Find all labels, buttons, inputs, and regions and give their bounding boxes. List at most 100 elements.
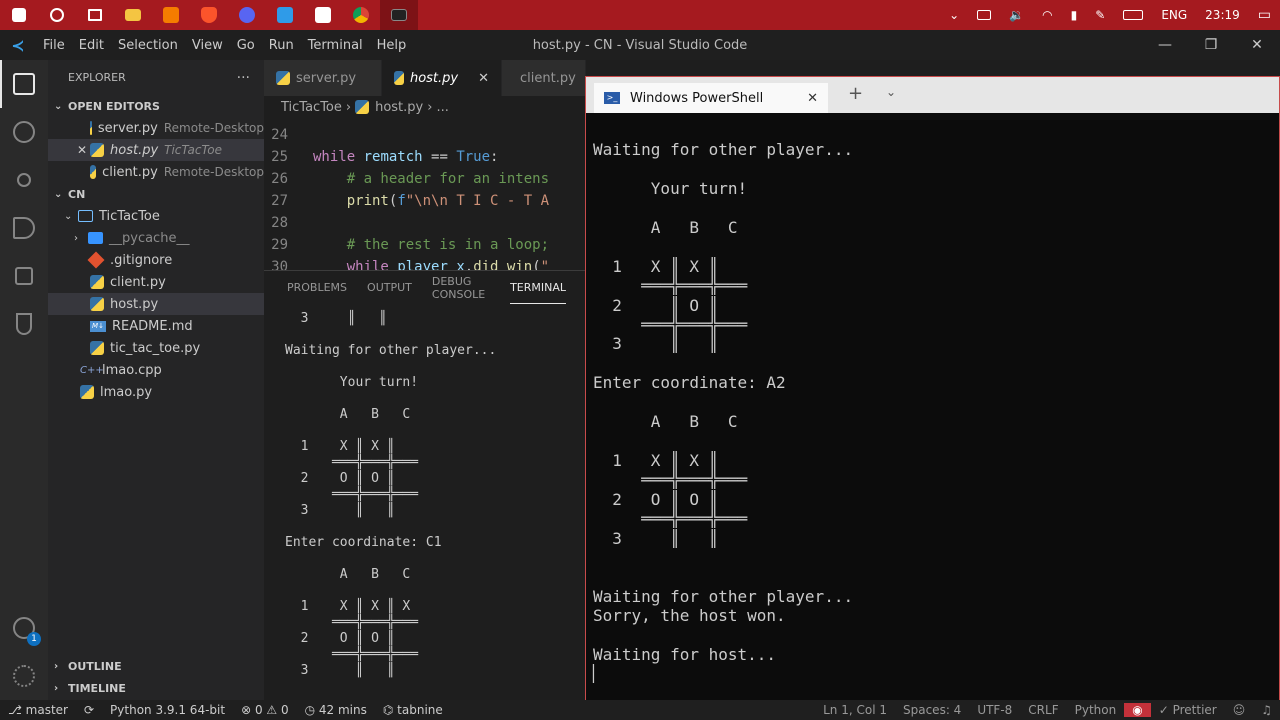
indentation[interactable]: Spaces: 4 (895, 703, 969, 717)
notifications-bell-icon[interactable]: ♫ (1253, 703, 1280, 717)
cursor-position[interactable]: Ln 1, Col 1 (815, 703, 895, 717)
testing-icon[interactable] (0, 300, 48, 348)
tree-file-lmao-py[interactable]: lmao.py (48, 381, 264, 403)
minimize-icon[interactable]: — (1142, 30, 1188, 60)
open-editor-server[interactable]: server.py Remote-Desktop (48, 117, 264, 139)
language-mode[interactable]: Python (1067, 703, 1125, 717)
windows-start-icon[interactable] (0, 0, 38, 30)
open-editors-section[interactable]: ⌄ OPEN EDITORS (48, 95, 264, 117)
powershell-tab[interactable]: >_ Windows PowerShell ✕ (594, 83, 828, 113)
restore-icon[interactable]: ❐ (1188, 30, 1234, 60)
tab-terminal[interactable]: TERMINAL (510, 271, 566, 304)
accounts-icon[interactable]: 1 (0, 604, 48, 652)
explorer-icon[interactable] (0, 60, 48, 108)
tab-client-py[interactable]: client.py (502, 60, 586, 96)
battery-icon[interactable] (977, 10, 992, 20)
feedback-icon[interactable]: ☺ (1225, 703, 1254, 717)
tab-label: client.py (520, 70, 576, 86)
encoding[interactable]: UTF-8 (969, 703, 1020, 717)
extensions-icon[interactable] (0, 252, 48, 300)
file-explorer-icon[interactable] (114, 0, 152, 30)
close-icon[interactable]: ✕ (1234, 30, 1280, 60)
menu-file[interactable]: File (36, 38, 72, 53)
menu-selection[interactable]: Selection (111, 38, 185, 53)
notion-icon[interactable] (304, 0, 342, 30)
sublime-text-icon[interactable] (152, 0, 190, 30)
tab-problems[interactable]: PROBLEMS (287, 271, 347, 304)
code-line: 28 (264, 212, 586, 234)
menu-edit[interactable]: Edit (72, 38, 111, 53)
tree-file-readme[interactable]: M↓ README.md (48, 315, 264, 337)
integrated-terminal-output[interactable]: 3 ║ ║ Waiting for other player... Your t… (285, 311, 585, 679)
prettier-indicator[interactable]: ✓ Prettier (1151, 703, 1225, 717)
code-editor[interactable]: 24 25 while rematch == True: 26 # a heade… (264, 118, 586, 270)
source-control-icon[interactable] (0, 156, 48, 204)
close-tab-icon[interactable]: ✕ (807, 91, 818, 106)
notifications-icon[interactable]: ▭ (1258, 7, 1271, 23)
tree-file-client[interactable]: client.py (48, 271, 264, 293)
search-icon[interactable] (38, 0, 76, 30)
tabnine-label: tabnine (397, 703, 443, 717)
tabnine-indicator[interactable]: ⌬ tabnine (375, 703, 451, 717)
chrome-icon[interactable] (342, 0, 380, 30)
vscode-titlebar: host.py - CN - Visual Studio Code ≺ File… (0, 30, 1280, 60)
breadcrumb-file[interactable]: host.py (375, 100, 423, 115)
tab-server-py[interactable]: server.py (264, 60, 382, 96)
clock[interactable]: 23:19 (1205, 8, 1240, 22)
tree-file-gitignore[interactable]: .gitignore (48, 249, 264, 271)
outline-section[interactable]: › OUTLINE (48, 655, 122, 677)
branch-icon[interactable]: ⎇ master (0, 703, 76, 717)
tab-output[interactable]: OUTPUT (367, 271, 412, 304)
language-indicator[interactable]: ENG (1161, 8, 1187, 22)
vs-code-icon[interactable] (266, 0, 304, 30)
chevron-down-icon: ⌄ (54, 100, 63, 112)
tree-file-host[interactable]: host.py (48, 293, 264, 315)
manage-gear-icon[interactable] (0, 652, 48, 700)
pen-icon[interactable]: ✎ (1095, 8, 1105, 22)
tree-folder-tictactoe[interactable]: ⌄ TicTacToe (48, 205, 264, 227)
keyboard-icon[interactable] (1123, 10, 1144, 20)
problems-indicator[interactable]: ⊗ 0 ⚠ 0 (233, 703, 297, 717)
brave-icon[interactable] (190, 0, 228, 30)
chevron-down-icon[interactable]: ⌄ (886, 85, 896, 99)
powershell-terminal-output[interactable]: Waiting for other player... Your turn! A… (593, 121, 853, 684)
chevron-up-icon[interactable]: ⌄ (949, 8, 959, 22)
volume-icon[interactable]: 🔉 (1009, 8, 1024, 22)
code-line: 30 while player_x. did_win(" (264, 256, 586, 270)
file-name: host.py (110, 142, 159, 158)
tree-folder-pycache[interactable]: › __pycache__ (48, 227, 264, 249)
breadcrumb-more[interactable]: ... (436, 100, 448, 115)
menu-terminal[interactable]: Terminal (301, 38, 370, 53)
tab-host-py[interactable]: host.py ✕ (382, 60, 502, 96)
close-tab-icon[interactable]: ✕ (478, 71, 489, 86)
tree-file-lmao-cpp[interactable]: C++ lmao.cpp (48, 359, 264, 381)
live-share-icon[interactable]: ◉ (1124, 703, 1151, 717)
new-tab-icon[interactable]: + (848, 83, 863, 104)
sync-icon[interactable]: ⟳ (76, 703, 102, 717)
open-editor-host[interactable]: ✕ host.py TicTacToe (48, 139, 264, 161)
menu-view[interactable]: View (185, 38, 230, 53)
menu-go[interactable]: Go (230, 38, 262, 53)
menu-run[interactable]: Run (262, 38, 301, 53)
run-debug-icon[interactable] (0, 204, 48, 252)
open-editor-client[interactable]: client.py Remote-Desktop (48, 161, 264, 183)
close-editor-icon[interactable]: ✕ (74, 143, 90, 157)
timeline-section[interactable]: › TIMELINE (48, 677, 126, 699)
tab-debug-console[interactable]: DEBUG CONSOLE (432, 271, 490, 304)
file-desc: Remote-Desktop (163, 165, 264, 179)
more-actions-icon[interactable]: ··· (237, 70, 250, 86)
python-interpreter[interactable]: Python 3.9.1 64-bit (102, 703, 233, 717)
end-of-line[interactable]: CRLF (1020, 703, 1066, 717)
discord-icon[interactable] (228, 0, 266, 30)
menu-help[interactable]: Help (370, 38, 414, 53)
time-tracker[interactable]: ◷ 42 mins (297, 703, 375, 717)
search-view-icon[interactable] (0, 108, 48, 156)
tree-file-tictactoe-py[interactable]: tic_tac_toe.py (48, 337, 264, 359)
wifi-icon[interactable]: ◠ (1042, 8, 1052, 22)
cn-folder-section[interactable]: ⌄ CN (48, 183, 264, 205)
powershell-icon[interactable] (380, 0, 418, 30)
task-view-icon[interactable] (76, 0, 114, 30)
breadcrumb-folder[interactable]: TicTacToe (281, 100, 342, 115)
activity-bar: 1 (0, 60, 48, 700)
microphone-icon[interactable]: ▮ (1071, 8, 1078, 22)
